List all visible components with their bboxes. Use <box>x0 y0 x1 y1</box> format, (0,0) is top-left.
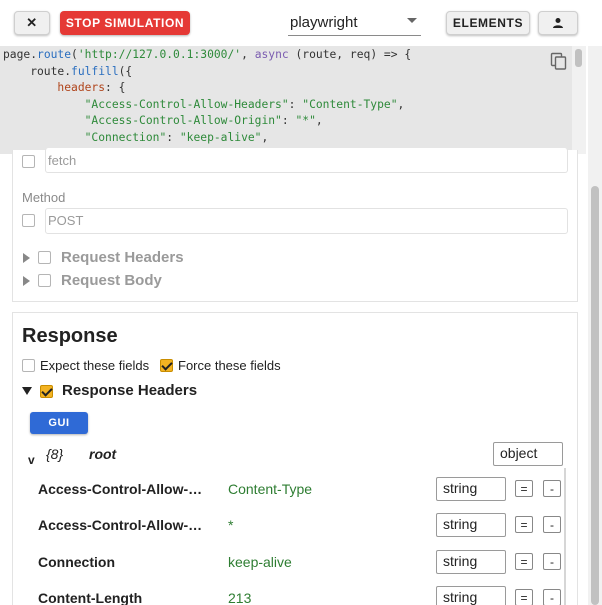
equals-button[interactable]: = <box>515 516 533 533</box>
close-icon: ✕ <box>26 15 38 30</box>
code-scrollbar-thumb[interactable] <box>575 49 582 67</box>
remove-button[interactable]: - <box>543 480 561 497</box>
code-token: "Content-Type" <box>302 97 398 111</box>
page-scrollbar-thumb[interactable] <box>591 186 599 605</box>
expect-fields-label: Expect these fields <box>40 358 150 373</box>
framework-select-value: playwright <box>290 14 358 31</box>
response-headers-label: Response Headers <box>62 382 198 399</box>
code-token: 'http://127.0.0.1:3000/' <box>77 48 242 61</box>
header-type-select[interactable]: string <box>436 586 506 605</box>
code-token: "Access-Control-Allow-Headers" <box>84 97 289 111</box>
code-block: page.route('http://127.0.0.1:3000/', asy… <box>3 47 411 154</box>
code-token: : <box>166 130 180 144</box>
dropdown-arrow-icon <box>407 18 417 23</box>
elements-button[interactable]: ELEMENTS <box>446 11 530 35</box>
method-label: Method <box>22 190 66 205</box>
person-icon <box>553 18 563 28</box>
force-fields-checkbox[interactable] <box>160 359 173 372</box>
code-token: ({ <box>118 64 133 78</box>
code-line: "Access-Control-Allow-Origin": "*", <box>3 113 411 130</box>
code-panel: page.route('http://127.0.0.1:3000/', asy… <box>0 46 586 154</box>
equals-button[interactable]: = <box>515 589 533 605</box>
code-token: , <box>397 97 405 111</box>
url-field-value: fetch <box>48 153 77 168</box>
equals-button[interactable]: = <box>515 553 533 570</box>
header-value[interactable]: Content-Type <box>228 481 312 497</box>
request-headers-label: Request Headers <box>61 249 184 266</box>
page-scrollbar[interactable] <box>588 46 602 605</box>
gui-button[interactable]: GUI <box>30 412 88 434</box>
tree-guide-line <box>564 468 566 605</box>
response-headers-collapse-icon[interactable] <box>22 387 32 395</box>
code-line: "Connection": "keep-alive", <box>3 130 411 147</box>
tree-collapse-icon[interactable]: v <box>28 453 35 467</box>
header-type-select[interactable]: string <box>436 550 506 574</box>
code-line: route.fulfill({ <box>3 64 411 81</box>
code-token: , <box>261 130 269 144</box>
method-field-value: POST <box>48 213 84 228</box>
header-value[interactable]: * <box>228 517 233 533</box>
close-button[interactable]: ✕ <box>14 11 50 35</box>
header-key: Connection <box>38 554 115 570</box>
code-token: "*" <box>295 114 316 127</box>
request-body-checkbox[interactable] <box>38 274 51 287</box>
stop-simulation-button[interactable]: STOP SIMULATION <box>60 11 190 35</box>
code-token: headers <box>57 81 106 94</box>
remove-button[interactable]: - <box>543 553 561 570</box>
root-type-select[interactable]: object <box>493 442 563 466</box>
response-title: Response <box>22 325 118 347</box>
header-key: Access-Control-Allow-Origin <box>38 517 208 533</box>
request-headers-checkbox[interactable] <box>38 251 51 264</box>
tree-root-label: root <box>89 446 117 462</box>
method-field[interactable]: POST <box>45 208 568 234</box>
code-line: "Access-Control-Allow-Headers": "Content… <box>3 97 411 114</box>
request-body-label: Request Body <box>61 272 162 289</box>
code-token: route. <box>3 64 72 78</box>
code-token: fulfill <box>71 64 119 78</box>
remove-button[interactable]: - <box>543 589 561 605</box>
code-token: (route, req) => { <box>288 48 412 61</box>
expect-fields-checkbox[interactable] <box>22 359 35 372</box>
code-token: "Connection" <box>84 130 167 144</box>
equals-button[interactable]: = <box>515 480 533 497</box>
header-key: Access-Control-Allow-Headers <box>38 481 208 497</box>
url-field[interactable]: fetch <box>45 148 568 173</box>
remove-button[interactable]: - <box>543 516 561 533</box>
response-headers-checkbox[interactable] <box>40 385 53 398</box>
code-line: page.route('http://127.0.0.1:3000/', asy… <box>3 47 411 64</box>
code-token: , <box>241 48 255 61</box>
header-key: Content-Length <box>38 590 143 605</box>
code-scrollbar[interactable] <box>572 46 586 154</box>
code-token: ( <box>71 48 78 61</box>
header-value[interactable]: 213 <box>228 590 251 605</box>
request-body-expand-icon[interactable] <box>23 276 30 286</box>
code-token: "Access-Control-Allow-Origin" <box>84 114 282 127</box>
user-button[interactable] <box>538 11 578 35</box>
framework-select[interactable]: playwright <box>288 10 421 36</box>
code-token: route <box>37 48 72 61</box>
code-token: , <box>315 114 323 127</box>
header-type-select[interactable]: string <box>436 513 506 537</box>
code-token: : { <box>105 81 126 94</box>
method-checkbox[interactable] <box>22 214 35 227</box>
code-token: : <box>288 97 303 111</box>
code-token: "keep-alive" <box>179 130 262 144</box>
code-token: async <box>254 48 289 61</box>
code-token: : <box>281 114 296 127</box>
request-headers-expand-icon[interactable] <box>23 253 30 263</box>
copy-icon[interactable] <box>549 51 569 71</box>
toolbar: ✕ STOP SIMULATION playwright ELEMENTS <box>0 0 602 46</box>
header-type-select[interactable]: string <box>436 477 506 501</box>
force-fields-label: Force these fields <box>178 358 281 373</box>
url-checkbox[interactable] <box>22 155 35 168</box>
header-value[interactable]: keep-alive <box>228 554 292 570</box>
code-token: page. <box>3 48 38 61</box>
tree-item-count: {8} <box>46 446 64 462</box>
code-line: headers: { <box>3 80 411 97</box>
